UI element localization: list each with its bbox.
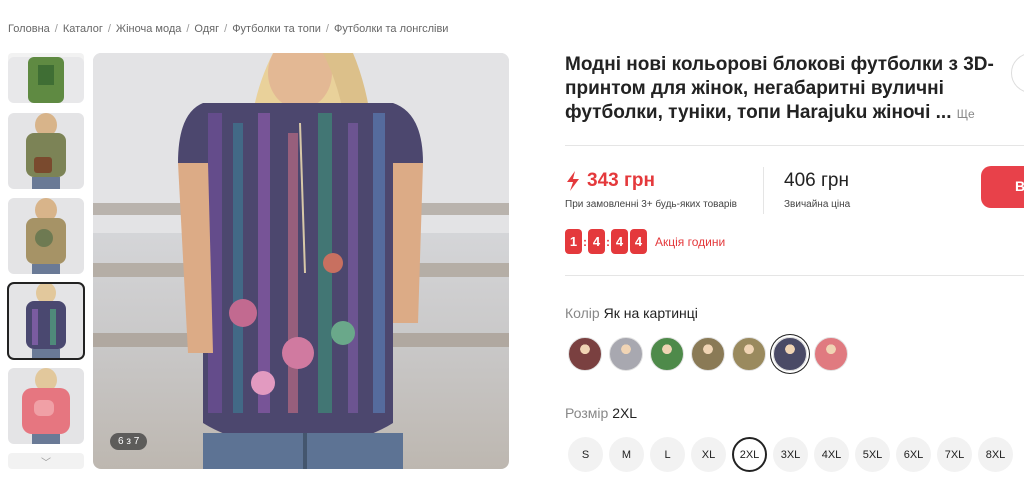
- size-option-m[interactable]: M: [609, 437, 644, 472]
- timer-digit: 1: [565, 229, 582, 254]
- thumbnail-strip: ︿: [7, 53, 85, 469]
- chevron-down-icon: ﹀: [41, 457, 51, 469]
- size-label: Розмір 2XL: [565, 405, 637, 421]
- lightning-icon: [567, 171, 579, 191]
- price-divider: [763, 167, 764, 214]
- color-label: Колір Як на картинці: [565, 305, 698, 321]
- breadcrumb-separator: /: [54, 23, 58, 35]
- size-option-s[interactable]: S: [568, 437, 603, 472]
- thumbnail-5[interactable]: [8, 368, 84, 444]
- sale-price-value: 343 грн: [587, 170, 655, 191]
- color-swatch[interactable]: [732, 337, 766, 371]
- breadcrumb-tshirts-longsleeves[interactable]: Футболки та лонгсліви: [334, 23, 448, 35]
- divider: [565, 145, 1024, 146]
- product-title: Модні нові кольорові блокові футболки з …: [565, 53, 1005, 126]
- thumbnail-image: [8, 113, 84, 189]
- color-label-title: Колір: [565, 305, 600, 321]
- breadcrumb-clothing[interactable]: Одяг: [194, 23, 219, 35]
- color-selected-value: Як на картинці: [603, 305, 698, 321]
- sale-price: 343 грн: [565, 170, 655, 192]
- timer-label: Акція години: [655, 234, 726, 249]
- breadcrumb-home[interactable]: Головна: [8, 23, 50, 35]
- size-option-6xl[interactable]: 6XL: [896, 437, 931, 472]
- size-option-3xl[interactable]: 3XL: [773, 437, 808, 472]
- color-swatch[interactable]: [691, 337, 725, 371]
- thumbnail-image: [8, 283, 84, 359]
- countdown-timer: 1 : 4 : 4 4 Акція години: [565, 229, 725, 254]
- timer-digit: 4: [611, 229, 628, 254]
- color-swatch[interactable]: [609, 337, 643, 371]
- regular-price: 406 грн: [784, 170, 849, 191]
- thumbnail-image: [8, 368, 84, 444]
- color-swatch[interactable]: [814, 337, 848, 371]
- image-counter: 6 з 7: [110, 433, 148, 450]
- product-title-text: Модні нові кольорові блокові футболки з …: [565, 54, 994, 123]
- color-swatch-selected[interactable]: [773, 337, 807, 371]
- size-option-4xl[interactable]: 4XL: [814, 437, 849, 472]
- size-option-xl[interactable]: XL: [691, 437, 726, 472]
- timer-digit: 4: [630, 229, 647, 254]
- breadcrumb-tshirts-tops[interactable]: Футболки та топи: [232, 23, 321, 35]
- breadcrumb-catalog[interactable]: Каталог: [63, 23, 103, 35]
- show-more-link[interactable]: Ще: [957, 107, 975, 121]
- size-option-8xl[interactable]: 8XL: [978, 437, 1013, 472]
- main-product-image[interactable]: [93, 53, 509, 469]
- thumbnail-image: [8, 198, 84, 274]
- thumbnail-image: [8, 57, 84, 103]
- color-swatch[interactable]: [650, 337, 684, 371]
- timer-digit: 4: [588, 229, 605, 254]
- size-selected-value: 2XL: [612, 405, 638, 421]
- thumbnail-1[interactable]: [8, 57, 84, 103]
- buy-button[interactable]: В: [981, 166, 1024, 208]
- divider: [565, 275, 1024, 276]
- size-option-7xl[interactable]: 7XL: [937, 437, 972, 472]
- regular-price-note: Звичайна ціна: [784, 199, 851, 210]
- breadcrumb: Головна / Каталог / Жіноча мода / Одяг / Футболк…: [8, 23, 448, 35]
- share-button[interactable]: [1011, 53, 1024, 93]
- breadcrumb-separator: /: [186, 23, 190, 35]
- sale-price-note: При замовленні 3+ будь-яких товарів: [565, 199, 737, 210]
- size-option-2xl[interactable]: 2XL: [732, 437, 767, 472]
- breadcrumb-womens-fashion[interactable]: Жіноча мода: [116, 23, 181, 35]
- size-label-title: Розмір: [565, 405, 609, 421]
- breadcrumb-separator: /: [325, 23, 329, 35]
- thumbnail-4[interactable]: [7, 282, 85, 360]
- thumbnail-scroll-down-button[interactable]: ﹀: [8, 453, 84, 469]
- thumbnail-2[interactable]: [8, 113, 84, 189]
- thumbnail-3[interactable]: [8, 198, 84, 274]
- size-option-l[interactable]: L: [650, 437, 685, 472]
- product-photo: [93, 53, 509, 469]
- breadcrumb-separator: /: [107, 23, 111, 35]
- breadcrumb-separator: /: [224, 23, 228, 35]
- color-swatch[interactable]: [568, 337, 602, 371]
- size-option-5xl[interactable]: 5XL: [855, 437, 890, 472]
